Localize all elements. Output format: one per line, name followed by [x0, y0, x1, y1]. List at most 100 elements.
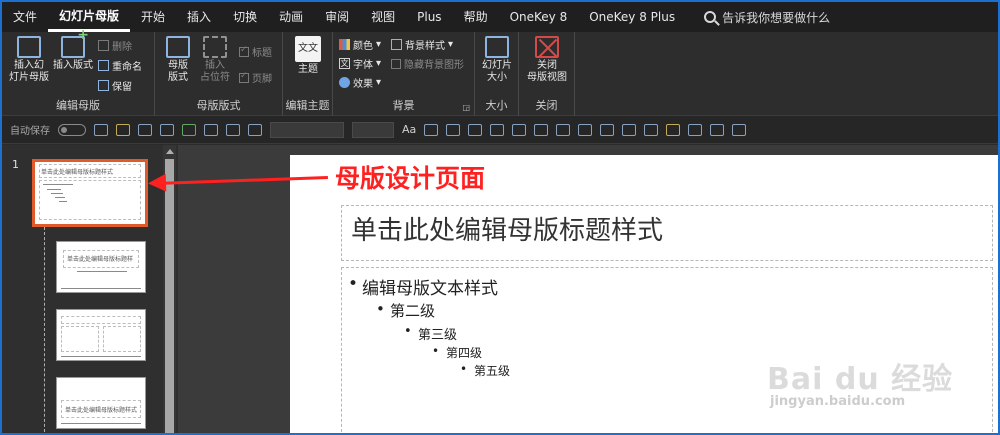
undo-icon[interactable]: [138, 123, 152, 136]
insert-layout-icon: [61, 29, 89, 58]
powerpoint-window: 文件 幻灯片母版 开始 插入 切换 动画 审阅 视图 Plus 帮助 OneKe…: [0, 0, 1000, 435]
bg-styles-icon: [391, 39, 402, 50]
theme-button[interactable]: 文文 主题: [291, 36, 325, 76]
delete-button[interactable]: 删除: [98, 38, 132, 53]
bg-styles-dropdown[interactable]: 背景样式 ▾: [391, 37, 453, 52]
text-level-1: 编辑母版文本样式: [348, 274, 498, 299]
tab-home[interactable]: 开始: [130, 2, 176, 32]
rename-button[interactable]: 重命名: [98, 58, 142, 73]
tab-file[interactable]: 文件: [2, 2, 48, 32]
change-case-button[interactable]: Aa: [402, 123, 416, 136]
thumb-line: [51, 193, 63, 194]
shape-fill-icon[interactable]: [688, 123, 703, 136]
justify-icon[interactable]: [578, 123, 593, 136]
thumb-title-box: [61, 316, 141, 324]
hide-bg-checkbox[interactable]: 隐藏背景图形: [391, 56, 464, 71]
line-spacing-icon[interactable]: [622, 123, 637, 136]
tab-insert[interactable]: 插入: [176, 2, 222, 32]
autosave-toggle[interactable]: [58, 123, 86, 136]
layout-thumbnail-3[interactable]: 单击此处编辑母版标题样式: [56, 377, 146, 429]
insert-master-button[interactable]: 插入幻 灯片母版: [8, 36, 50, 84]
footer-check-label: 页脚: [252, 74, 272, 85]
master-thumbnail[interactable]: 单击此处编辑母版标题样式: [32, 159, 148, 227]
insert-placeholder-label: 插入 占位符: [200, 60, 230, 83]
textbox-icon[interactable]: [644, 123, 659, 136]
thumb-line: [61, 423, 141, 424]
tab-onekey-plus[interactable]: OneKey 8 Plus: [578, 2, 686, 32]
layout-thumbnail-1[interactable]: 单击此处编辑母版标题样: [56, 241, 146, 293]
font-color-icon[interactable]: [468, 123, 483, 136]
layout1-thumb-title: 单击此处编辑母版标题样: [67, 256, 134, 263]
text-level-4: 第四级: [432, 344, 482, 361]
tab-animations[interactable]: 动画: [268, 2, 314, 32]
effects-dropdown[interactable]: 效果 ▾: [339, 75, 381, 90]
master-layout-label: 母版 版式: [168, 60, 188, 83]
font-size-combo[interactable]: [352, 121, 394, 138]
font-family-combo[interactable]: [270, 121, 344, 138]
colors-label: 颜色: [353, 41, 373, 52]
checkbox-icon: [391, 58, 401, 69]
insert-master-label: 插入幻 灯片母版: [9, 60, 49, 83]
fonts-icon: 文: [339, 58, 350, 69]
align-left-icon[interactable]: [512, 123, 527, 136]
align-right-icon[interactable]: [556, 123, 571, 136]
thumb-body-box: [39, 180, 141, 220]
redo-icon[interactable]: [160, 123, 174, 136]
tell-me-box[interactable]: 告诉我你想要做什么: [686, 9, 830, 26]
tab-view[interactable]: 视图: [360, 2, 406, 32]
insert-placeholder-button[interactable]: 插入 占位符: [197, 36, 233, 84]
bullets-icon[interactable]: [490, 123, 505, 136]
shape-icon[interactable]: [226, 123, 240, 136]
preserve-button[interactable]: 保留: [98, 78, 132, 93]
video-icon[interactable]: [732, 123, 747, 136]
scroll-up-icon[interactable]: [166, 149, 174, 154]
hide-bg-label: 隐藏背景图形: [404, 60, 464, 71]
close-icon: [535, 36, 559, 58]
group-label-size: 大小: [485, 99, 508, 112]
search-icon: [704, 11, 717, 23]
tell-me-text: 告诉我你想要做什么: [722, 10, 831, 25]
title-checkbox[interactable]: 标题: [239, 44, 272, 59]
baidu-watermark-url: jingyan.baidu.com: [770, 394, 906, 409]
effects-label: 效果: [353, 79, 373, 90]
baidu-watermark-logo: Bai du 经验: [767, 362, 954, 397]
tab-transitions[interactable]: 切换: [222, 2, 268, 32]
picture-icon[interactable]: [248, 123, 262, 136]
grow-font-icon[interactable]: [424, 123, 439, 136]
save-icon[interactable]: [94, 123, 108, 136]
slide-number: 1: [12, 158, 19, 171]
body-placeholder[interactable]: 编辑母版文本样式 第二级 第三级 第四级 第五级: [341, 267, 993, 433]
master-layout-button[interactable]: 母版 版式: [163, 36, 193, 84]
dialog-launcher-icon[interactable]: ◲: [462, 103, 470, 112]
tab-plus[interactable]: Plus: [406, 2, 452, 32]
footer-checkbox[interactable]: 页脚: [239, 70, 272, 85]
layout-thumbnail-2[interactable]: [56, 309, 146, 361]
tab-slide-master[interactable]: 幻灯片母版: [48, 2, 131, 32]
tab-help[interactable]: 帮助: [453, 2, 499, 32]
format-icon[interactable]: [182, 123, 196, 136]
fonts-dropdown[interactable]: 文 字体 ▾: [339, 56, 381, 71]
crop-icon[interactable]: [710, 123, 725, 136]
thumb-title-box: [39, 164, 141, 178]
group-master-layout: 母版 版式 插入 占位符 标题 页脚 母版版式: [155, 32, 283, 116]
colors-dropdown[interactable]: 颜色 ▾: [339, 37, 381, 52]
star-icon[interactable]: [204, 123, 218, 136]
slide-title: 单击此处编辑母版标题样式: [351, 216, 664, 246]
thumb-line: [55, 197, 65, 198]
slide-size-button[interactable]: 幻灯片 大小: [479, 36, 515, 84]
align-center-icon[interactable]: [534, 123, 549, 136]
group-label-edit-master: 编辑母版: [56, 99, 100, 112]
thumb-body-box: [61, 326, 99, 352]
close-master-view-button[interactable]: 关闭 母版视图: [523, 36, 571, 84]
shrink-font-icon[interactable]: [446, 123, 461, 136]
title-placeholder[interactable]: 单击此处编辑母版标题样式: [341, 205, 993, 261]
thumb-body-box: [103, 326, 141, 352]
slideshow-icon[interactable]: [116, 123, 130, 136]
insert-layout-button[interactable]: 插入版式: [50, 29, 96, 72]
tab-review[interactable]: 审阅: [314, 2, 360, 32]
arrange-icon[interactable]: [600, 123, 615, 136]
scrollbar-thumb[interactable]: [165, 159, 174, 433]
group-close: 关闭 母版视图 关闭: [519, 32, 575, 116]
format-painter-icon[interactable]: [666, 123, 681, 136]
tab-onekey[interactable]: OneKey 8: [499, 2, 579, 32]
